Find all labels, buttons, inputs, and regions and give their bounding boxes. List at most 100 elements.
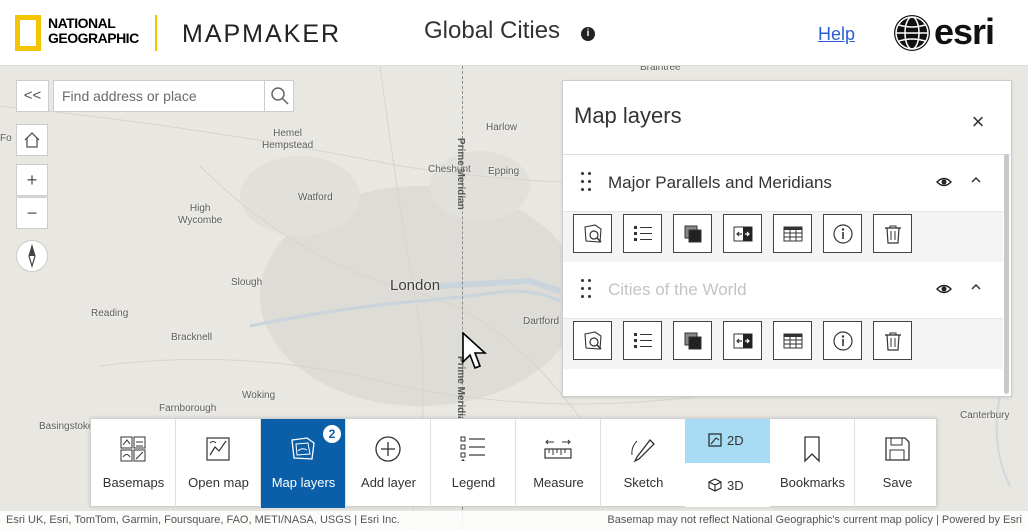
legend-button[interactable] [623, 214, 662, 253]
brand-divider [155, 15, 157, 51]
save-label: Save [882, 475, 913, 490]
zoom-to-icon [584, 331, 602, 350]
bookmark-icon [804, 436, 820, 463]
layer-tools [563, 319, 1003, 369]
basemaps-label: Basemaps [102, 475, 165, 490]
swipe-button[interactable] [723, 321, 762, 360]
info-icon [833, 224, 853, 244]
zoom-out-button[interactable]: − [16, 197, 48, 229]
compass-icon [28, 243, 36, 269]
place-label: Braintree [640, 66, 681, 73]
place-label: Bracknell [171, 332, 213, 343]
sketch-button[interactable]: Sketch [601, 419, 686, 508]
layer-header: Major Parallels and Meridians [563, 155, 1003, 212]
layer-info-button[interactable] [823, 214, 862, 253]
legend-icon [460, 436, 485, 461]
info-icon[interactable]: i [581, 27, 595, 41]
layer-name[interactable]: Major Parallels and Meridians [608, 173, 832, 193]
layer-item: Cities of the World [563, 262, 1003, 369]
layer-name[interactable]: Cities of the World [608, 280, 747, 300]
basemaps-icon [120, 436, 146, 462]
table-icon [783, 333, 803, 349]
basemaps-button[interactable]: Basemaps [91, 419, 176, 508]
home-button[interactable] [16, 124, 48, 156]
mouse-cursor-icon [462, 332, 488, 370]
delete-layer-button[interactable] [873, 321, 912, 360]
layer-tools [563, 212, 1003, 262]
swipe-icon [733, 226, 753, 242]
mapmaker-app: NATIONAL GEOGRAPHIC MAPMAKER Global Citi… [0, 0, 1028, 530]
zoom-in-button[interactable]: + [16, 164, 48, 196]
map-layers-button[interactable]: 2 Map layers [261, 419, 346, 508]
delete-icon [885, 332, 901, 351]
legend-icon [634, 333, 652, 348]
help-link[interactable]: Help [818, 24, 855, 45]
header: NATIONAL GEOGRAPHIC MAPMAKER Global Citi… [0, 0, 1028, 66]
2d-toggle-button[interactable]: 2D [685, 419, 770, 463]
drag-handle-icon[interactable] [581, 172, 593, 194]
measure-label: Measure [533, 475, 584, 490]
table-button[interactable] [773, 321, 812, 360]
save-icon [885, 437, 910, 461]
open-map-icon [206, 437, 230, 461]
drag-handle-icon[interactable] [581, 279, 593, 301]
add-layer-button[interactable]: Add layer [346, 419, 431, 508]
delete-icon [885, 225, 901, 244]
search-button[interactable] [264, 81, 294, 111]
open-map-label: Open map [188, 475, 249, 490]
place-label: High Wycombe [178, 203, 223, 226]
zoom-to-layer-button[interactable] [573, 214, 612, 253]
delete-layer-button[interactable] [873, 214, 912, 253]
layer-count-badge: 2 [323, 425, 341, 443]
transparency-button[interactable] [673, 321, 712, 360]
brand-line-1: NATIONAL [48, 15, 116, 31]
globe-icon [894, 15, 930, 51]
save-button[interactable]: Save [855, 419, 940, 508]
attribution-text: Esri UK, Esri, TomTom, Garmin, Foursquar… [6, 514, 400, 526]
place-label: Slough [231, 277, 263, 288]
app-name: MAPMAKER [182, 20, 342, 48]
eye-icon[interactable] [936, 283, 952, 295]
esri-logo: esri [894, 11, 1019, 53]
place-label: Fo [0, 133, 12, 144]
search-box [53, 80, 294, 112]
bookmarks-button[interactable]: Bookmarks [770, 419, 855, 508]
map-layers-label: Map layers [271, 475, 336, 490]
attribution-bar: Esri UK, Esri, TomTom, Garmin, Foursquar… [0, 511, 1028, 530]
swipe-button[interactable] [723, 214, 762, 253]
panel-scrollbar[interactable] [1004, 154, 1009, 394]
layer-info-button[interactable] [823, 321, 862, 360]
place-label: Basingstoke [39, 421, 94, 432]
panel-title: Map layers [574, 103, 682, 128]
info-icon [833, 331, 853, 351]
layer-item: Major Parallels and Meridians [563, 155, 1003, 262]
table-icon [783, 226, 803, 242]
transparency-button[interactable] [673, 214, 712, 253]
brand-line-2: GEOGRAPHIC [48, 30, 139, 46]
3d-toggle-button[interactable]: 3D [685, 464, 770, 507]
2d-map-icon [708, 433, 722, 447]
eye-icon[interactable] [936, 176, 952, 188]
zoom-to-layer-button[interactable] [573, 321, 612, 360]
sketch-label: Sketch [623, 475, 664, 490]
search-input[interactable] [54, 81, 264, 111]
collapse-panel-button[interactable]: << [16, 80, 49, 112]
chevron-up-icon[interactable] [969, 173, 983, 187]
add-layer-label: Add layer [361, 475, 416, 490]
measure-button[interactable]: Measure [516, 419, 601, 508]
place-label: Harlow [486, 122, 518, 133]
legend-toolbar-button[interactable]: Legend [431, 419, 516, 508]
place-label-major: London [390, 277, 441, 294]
legend-button[interactable] [623, 321, 662, 360]
2d-label: 2D [727, 433, 744, 448]
swipe-icon [733, 333, 753, 349]
open-map-button[interactable]: Open map [176, 419, 261, 508]
close-icon[interactable]: × [967, 111, 989, 133]
table-button[interactable] [773, 214, 812, 253]
transparency-icon [684, 332, 702, 350]
compass-button[interactable] [16, 240, 48, 272]
chevron-up-icon[interactable] [969, 280, 983, 294]
natgeo-brand: NATIONAL GEOGRAPHIC [48, 16, 139, 46]
legend-label: Legend [451, 475, 496, 490]
map-title: Global Cities [424, 17, 561, 44]
